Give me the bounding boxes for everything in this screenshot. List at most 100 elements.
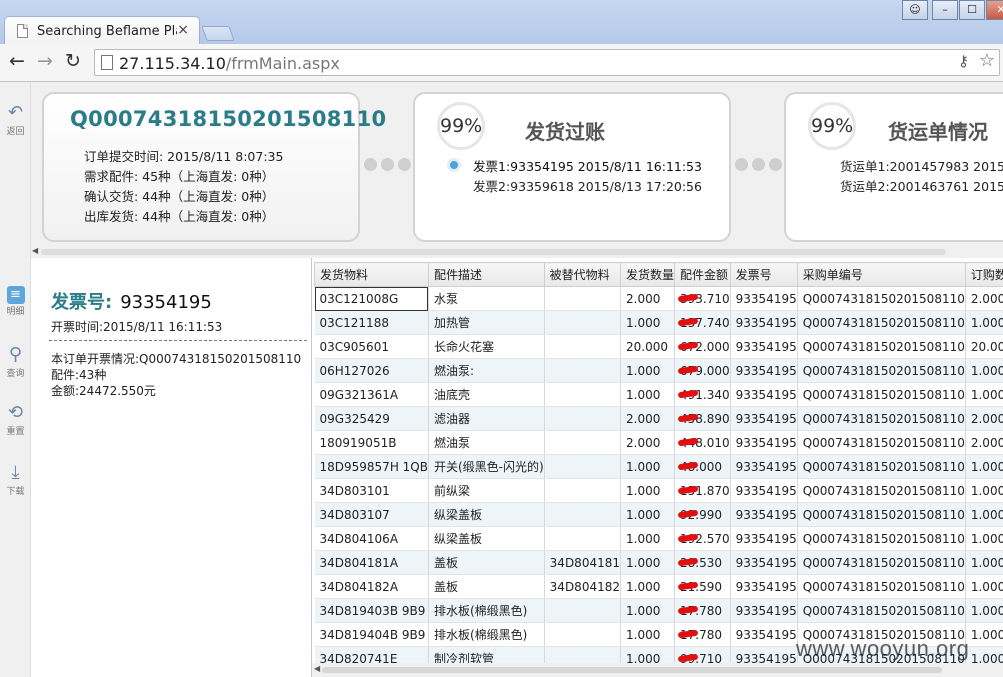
table-cell[interactable]: 09G321361A bbox=[314, 382, 429, 407]
back-arrow-icon[interactable]: ← bbox=[6, 51, 28, 73]
close-window-button[interactable]: ✕ bbox=[986, 0, 1003, 20]
table-cell[interactable]: 679.000 bbox=[674, 358, 731, 383]
table-cell[interactable]: 1.000 bbox=[965, 574, 1003, 599]
table-cell[interactable]: 燃油泵: bbox=[428, 358, 545, 383]
table-cell[interactable]: 93354195 bbox=[730, 286, 798, 311]
grid-scrollbar[interactable]: ◀ bbox=[312, 663, 1003, 677]
table-cell[interactable]: 34D819403B 9B9 bbox=[314, 598, 429, 623]
table-cell[interactable]: Q00074318150201508110 bbox=[797, 526, 966, 551]
table-row[interactable]: 03C905601 长命火花塞 20.000 672.000 93354195 Q0007… bbox=[314, 334, 1003, 359]
table-cell[interactable]: 1.000 bbox=[620, 310, 676, 335]
table-cell[interactable]: Q00074318150201508110 bbox=[797, 550, 966, 575]
table-cell[interactable]: Q00074318150201508110 bbox=[797, 382, 966, 407]
tab-close-icon[interactable]: × bbox=[177, 22, 189, 38]
table-cell[interactable]: 1.000 bbox=[620, 382, 676, 407]
table-cell[interactable] bbox=[544, 622, 622, 647]
table-cell[interactable]: 1.000 bbox=[965, 550, 1003, 575]
table-row[interactable]: 18D959857H 1QB 开关(缎黑色-闪光的) 1.000 48.000 9335… bbox=[314, 454, 1003, 479]
table-cell[interactable]: 93354195 bbox=[730, 430, 798, 455]
table-cell[interactable]: 34D804181 bbox=[544, 550, 622, 575]
table-cell[interactable]: 盖板 bbox=[428, 574, 545, 599]
table-cell[interactable] bbox=[544, 358, 622, 383]
maximize-button[interactable]: ☐ bbox=[959, 0, 985, 20]
table-cell[interactable]: 长命火花塞 bbox=[428, 334, 545, 359]
waybill-link-2[interactable]: 货运单2:2001463761 2015/8/ bbox=[840, 176, 1003, 195]
table-cell[interactable]: Q00074318150201508110 bbox=[797, 334, 966, 359]
table-cell[interactable]: 17.780 bbox=[674, 598, 731, 623]
browser-tab[interactable]: Searching Beflame Platf × bbox=[4, 16, 200, 44]
table-row[interactable]: 180919051B 燃油泵 2.000 448.010 93354195 Q000743… bbox=[314, 430, 1003, 455]
table-row[interactable]: 03C121008G 水泵 2.000 393.710 93354195 Q0007431… bbox=[314, 286, 1003, 311]
table-cell[interactable]: 油底壳 bbox=[428, 382, 545, 407]
table-row[interactable]: 34D819403B 9B9 排水板(棉缎黑色) 1.000 17.780 933541… bbox=[314, 598, 1003, 623]
table-cell[interactable]: 燃油泵 bbox=[428, 430, 545, 455]
table-cell[interactable] bbox=[544, 430, 622, 455]
rail-download-button[interactable]: ⤓ 下载 bbox=[0, 462, 31, 497]
table-cell[interactable]: 1.000 bbox=[620, 358, 676, 383]
table-cell[interactable]: 水泵 bbox=[428, 286, 545, 311]
table-cell[interactable]: 393.710 bbox=[674, 286, 731, 311]
table-cell[interactable]: 1.000 bbox=[965, 382, 1003, 407]
table-cell[interactable]: 93354195 bbox=[730, 478, 798, 503]
forward-arrow-icon[interactable]: → bbox=[34, 51, 56, 73]
table-cell[interactable]: 180919051B bbox=[314, 430, 429, 455]
table-row[interactable]: 06H127026 燃油泵: 1.000 679.000 93354195 Q000743… bbox=[314, 358, 1003, 383]
table-cell[interactable]: 93354195 bbox=[730, 358, 798, 383]
table-cell[interactable]: 2.000 bbox=[965, 430, 1003, 455]
table-cell[interactable]: 34D819404B 9B9 bbox=[314, 622, 429, 647]
table-cell[interactable]: 34D804106A bbox=[314, 526, 429, 551]
table-cell[interactable]: 34D804182A bbox=[314, 574, 429, 599]
table-cell[interactable]: 1.000 bbox=[620, 598, 676, 623]
table-cell[interactable]: 2.000 bbox=[620, 406, 676, 431]
table-cell[interactable]: 192.570 bbox=[674, 526, 731, 551]
table-cell[interactable] bbox=[544, 526, 622, 551]
new-tab-button[interactable] bbox=[201, 26, 235, 41]
table-cell[interactable]: Q00074318150201508110 bbox=[797, 358, 966, 383]
address-bar[interactable]: 27.115.34.10/frmMain.aspx ⚷ ☆ bbox=[94, 49, 1000, 76]
table-cell[interactable]: 1.000 bbox=[620, 574, 676, 599]
table-cell[interactable]: 1.000 bbox=[965, 526, 1003, 551]
table-row[interactable]: 34D803101 前纵梁 1.000 151.870 93354195 Q0007431… bbox=[314, 478, 1003, 503]
table-cell[interactable]: 2.000 bbox=[620, 430, 676, 455]
invoice-link-2[interactable]: 发票2:93359618 2015/8/13 17:20:56 bbox=[473, 176, 702, 195]
rail-search-button[interactable]: ⚲ 查询 bbox=[0, 344, 31, 379]
table-cell[interactable]: 34D804182 bbox=[544, 574, 622, 599]
table-cell[interactable]: 34D804181A bbox=[314, 550, 429, 575]
column-header[interactable]: 配件金额 bbox=[674, 262, 731, 287]
waybill-link-1[interactable]: 货运单1:2001457983 2015/8/ bbox=[840, 156, 1003, 175]
reload-icon[interactable]: ↻ bbox=[62, 51, 84, 73]
table-cell[interactable]: 1.000 bbox=[620, 478, 676, 503]
table-cell[interactable]: 06H127026 bbox=[314, 358, 429, 383]
table-cell[interactable]: Q00074318150201508110 bbox=[797, 310, 966, 335]
table-cell[interactable]: 滤油器 bbox=[428, 406, 545, 431]
table-row[interactable]: 09G325429 滤油器 2.000 458.890 93354195 Q0007431… bbox=[314, 406, 1003, 431]
table-cell[interactable]: 2.000 bbox=[620, 286, 676, 311]
table-cell[interactable]: 前纵梁 bbox=[428, 478, 545, 503]
table-cell[interactable]: 纵梁盖板 bbox=[428, 502, 545, 527]
scroll-left-icon[interactable]: ◀ bbox=[32, 246, 38, 255]
table-cell[interactable]: 排水板(棉缎黑色) bbox=[428, 598, 545, 623]
column-header[interactable]: 发货数量 bbox=[619, 262, 676, 287]
table-cell[interactable]: 03C905601 bbox=[314, 334, 429, 359]
table-cell[interactable]: 2.000 bbox=[965, 286, 1003, 311]
bookmark-star-icon[interactable]: ☆ bbox=[979, 50, 995, 71]
url-text[interactable]: 27.115.34.10/frmMain.aspx bbox=[119, 54, 340, 73]
table-cell[interactable]: 1.000 bbox=[620, 526, 676, 551]
table-cell[interactable] bbox=[544, 286, 622, 311]
table-cell[interactable]: 1.000 bbox=[965, 478, 1003, 503]
table-cell[interactable]: 93354195 bbox=[730, 382, 798, 407]
strip-scrollbar[interactable]: ◀ bbox=[31, 246, 1003, 257]
table-cell[interactable]: 20.000 bbox=[965, 334, 1003, 359]
table-cell[interactable]: 93354195 bbox=[730, 334, 798, 359]
column-header[interactable]: 被替代物料 bbox=[543, 262, 622, 287]
table-cell[interactable]: 1.000 bbox=[965, 598, 1003, 623]
column-header[interactable]: 发票号 bbox=[729, 262, 798, 287]
table-cell[interactable]: 448.010 bbox=[674, 430, 731, 455]
minimize-button[interactable]: – bbox=[932, 0, 958, 20]
table-cell[interactable]: 纵梁盖板 bbox=[428, 526, 545, 551]
table-cell[interactable]: 1.000 bbox=[620, 502, 676, 527]
column-header[interactable]: 采购单编号 bbox=[796, 262, 966, 287]
table-row[interactable]: 09G321361A 油底壳 1.000 491.340 93354195 Q000743… bbox=[314, 382, 1003, 407]
rail-reset-button[interactable]: ⟲ 重置 bbox=[0, 402, 31, 437]
table-row[interactable]: 34D804106A 纵梁盖板 1.000 192.570 93354195 Q00074… bbox=[314, 526, 1003, 551]
